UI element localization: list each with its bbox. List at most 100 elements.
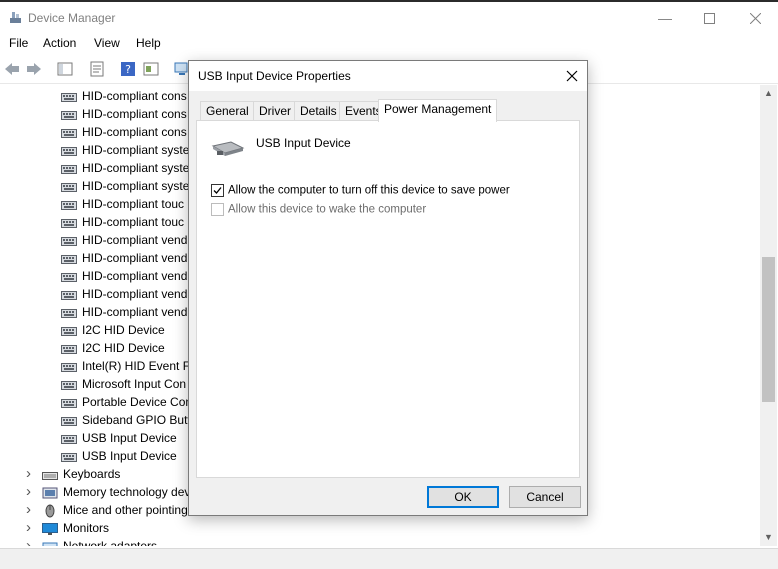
tab-driver[interactable]: Driver	[253, 101, 297, 121]
title-bar: Device Manager —	[0, 2, 778, 32]
tree-category-label: Mice and other pointing	[63, 503, 188, 517]
view-icon[interactable]	[143, 61, 159, 77]
tree-category[interactable]: Monitors	[42, 519, 109, 537]
hid-device-icon	[61, 236, 77, 246]
tree-item-hid-device[interactable]: I2C HID Device	[61, 339, 165, 357]
tree-item-hid-device[interactable]: Intel(R) HID Event Fi	[61, 357, 193, 375]
tree-item-label: HID-compliant syste	[82, 143, 190, 157]
menu-file[interactable]: File	[9, 36, 28, 50]
checkmark-icon	[213, 187, 222, 194]
hid-device-icon	[61, 128, 77, 138]
allow-turn-off-label: Allow the computer to turn off this devi…	[228, 184, 510, 197]
hid-device-icon	[61, 380, 77, 390]
show-hide-tree-icon[interactable]	[57, 61, 73, 77]
hid-device-icon	[61, 110, 77, 120]
tree-category-label: Memory technology dev	[63, 485, 191, 499]
tree-item-hid-device[interactable]: USB Input Device	[61, 429, 177, 447]
tree-item-label: HID-compliant syste	[82, 161, 190, 175]
properties-icon[interactable]	[89, 61, 105, 77]
tree-item-label: USB Input Device	[82, 449, 177, 463]
help-icon[interactable]: ?	[120, 61, 136, 77]
menu-bar: File Action View Help	[0, 32, 778, 54]
tree-item-hid-device[interactable]: HID-compliant cons	[61, 87, 187, 105]
tab-general[interactable]: General	[200, 101, 255, 121]
tree-item-label: HID-compliant vend	[82, 233, 188, 247]
tree-item-hid-device[interactable]: HID-compliant vend	[61, 267, 187, 285]
hid-device-icon	[61, 254, 77, 264]
hid-device-icon	[61, 92, 77, 102]
vertical-scrollbar[interactable]: ▲ ▼	[760, 85, 777, 546]
expand-chevron-icon[interactable]: ›	[26, 501, 36, 519]
scroll-up-arrow-icon[interactable]: ▲	[760, 85, 777, 102]
tree-item-hid-device[interactable]: HID-compliant vend	[61, 285, 187, 303]
tree-item-label: Portable Device Con	[82, 395, 193, 409]
expand-chevron-icon[interactable]: ›	[26, 465, 36, 483]
tree-category[interactable]: Network adapters	[42, 537, 157, 546]
tree-item-hid-device[interactable]: HID-compliant syste	[61, 159, 189, 177]
tree-item-label: Microsoft Input Con	[82, 377, 187, 391]
tab-details[interactable]: Details	[294, 101, 343, 121]
tab-power-management[interactable]: Power Management	[378, 99, 498, 122]
properties-dialog: USB Input Device Properties General Driv…	[188, 60, 588, 516]
tree-item-label: USB Input Device	[82, 431, 177, 445]
hid-device-icon	[61, 272, 77, 282]
tree-item-label: Sideband GPIO Butto	[82, 413, 198, 427]
hid-device-icon	[61, 398, 77, 408]
ok-button[interactable]: OK	[427, 486, 499, 508]
menu-view[interactable]: View	[94, 36, 120, 50]
tree-item-hid-device[interactable]: HID-compliant cons	[61, 123, 187, 141]
expand-chevron-icon[interactable]: ›	[26, 537, 36, 546]
hid-device-icon	[61, 416, 77, 426]
back-arrow-icon[interactable]	[4, 61, 20, 77]
maximize-button[interactable]	[686, 4, 732, 32]
power-management-panel: USB Input Device Allow the computer to t…	[196, 120, 580, 478]
minimize-button[interactable]: —	[642, 4, 688, 32]
hid-device-icon	[61, 200, 77, 210]
hid-device-icon	[61, 308, 77, 318]
tree-item-hid-device[interactable]: HID-compliant touc	[61, 195, 184, 213]
tree-item-hid-device[interactable]: HID-compliant vend	[61, 249, 187, 267]
close-icon	[749, 12, 761, 24]
allow-turn-off-option[interactable]: Allow the computer to turn off this devi…	[211, 184, 510, 197]
tree-item-hid-device[interactable]: HID-compliant syste	[61, 177, 189, 195]
tree-item-hid-device[interactable]: HID-compliant syste	[61, 141, 189, 159]
tree-category[interactable]: Memory technology dev	[42, 483, 190, 501]
dialog-close-button[interactable]	[557, 61, 587, 91]
allow-turn-off-checkbox[interactable]	[211, 184, 224, 197]
network-icon	[42, 542, 58, 546]
menu-action[interactable]: Action	[43, 36, 76, 50]
close-window-button[interactable]	[732, 4, 778, 32]
tree-category[interactable]: Mice and other pointing	[42, 501, 188, 519]
tree-category-label: Network adapters	[63, 539, 158, 546]
hid-device-icon	[61, 182, 77, 192]
tree-item-hid-device[interactable]: USB Input Device	[61, 447, 177, 465]
tree-item-hid-device[interactable]: I2C HID Device	[61, 321, 165, 339]
tree-item-hid-device[interactable]: HID-compliant cons	[61, 105, 187, 123]
menu-help[interactable]: Help	[136, 36, 161, 50]
tree-item-hid-device[interactable]: Microsoft Input Con	[61, 375, 186, 393]
usb-device-icon	[211, 141, 245, 156]
mouse-icon	[45, 504, 55, 518]
cancel-button[interactable]: Cancel	[509, 486, 581, 508]
expand-chevron-icon[interactable]: ›	[26, 483, 36, 501]
tree-category[interactable]: Keyboards	[42, 465, 120, 483]
tree-item-hid-device[interactable]: HID-compliant vend	[61, 231, 187, 249]
tree-item-hid-device[interactable]: Sideband GPIO Butto	[61, 411, 197, 429]
tree-item-label: HID-compliant cons	[82, 125, 187, 139]
allow-wake-checkbox	[211, 203, 224, 216]
status-bar	[0, 548, 778, 569]
hid-device-icon	[61, 164, 77, 174]
expand-chevron-icon[interactable]: ›	[26, 519, 36, 537]
forward-arrow-icon[interactable]	[26, 61, 42, 77]
hid-device-icon	[61, 344, 77, 354]
scrollbar-thumb[interactable]	[762, 257, 775, 402]
tree-item-hid-device[interactable]: HID-compliant touc	[61, 213, 184, 231]
close-icon	[566, 70, 578, 82]
tree-item-hid-device[interactable]: Portable Device Con	[61, 393, 192, 411]
scroll-down-arrow-icon[interactable]: ▼	[760, 529, 777, 546]
tree-item-label: HID-compliant touc	[82, 197, 185, 211]
tree-item-hid-device[interactable]: HID-compliant vend	[61, 303, 187, 321]
tree-item-label: HID-compliant vend	[82, 305, 188, 319]
tree-item-label: HID-compliant vend	[82, 251, 188, 265]
tree-item-label: HID-compliant vend	[82, 287, 188, 301]
